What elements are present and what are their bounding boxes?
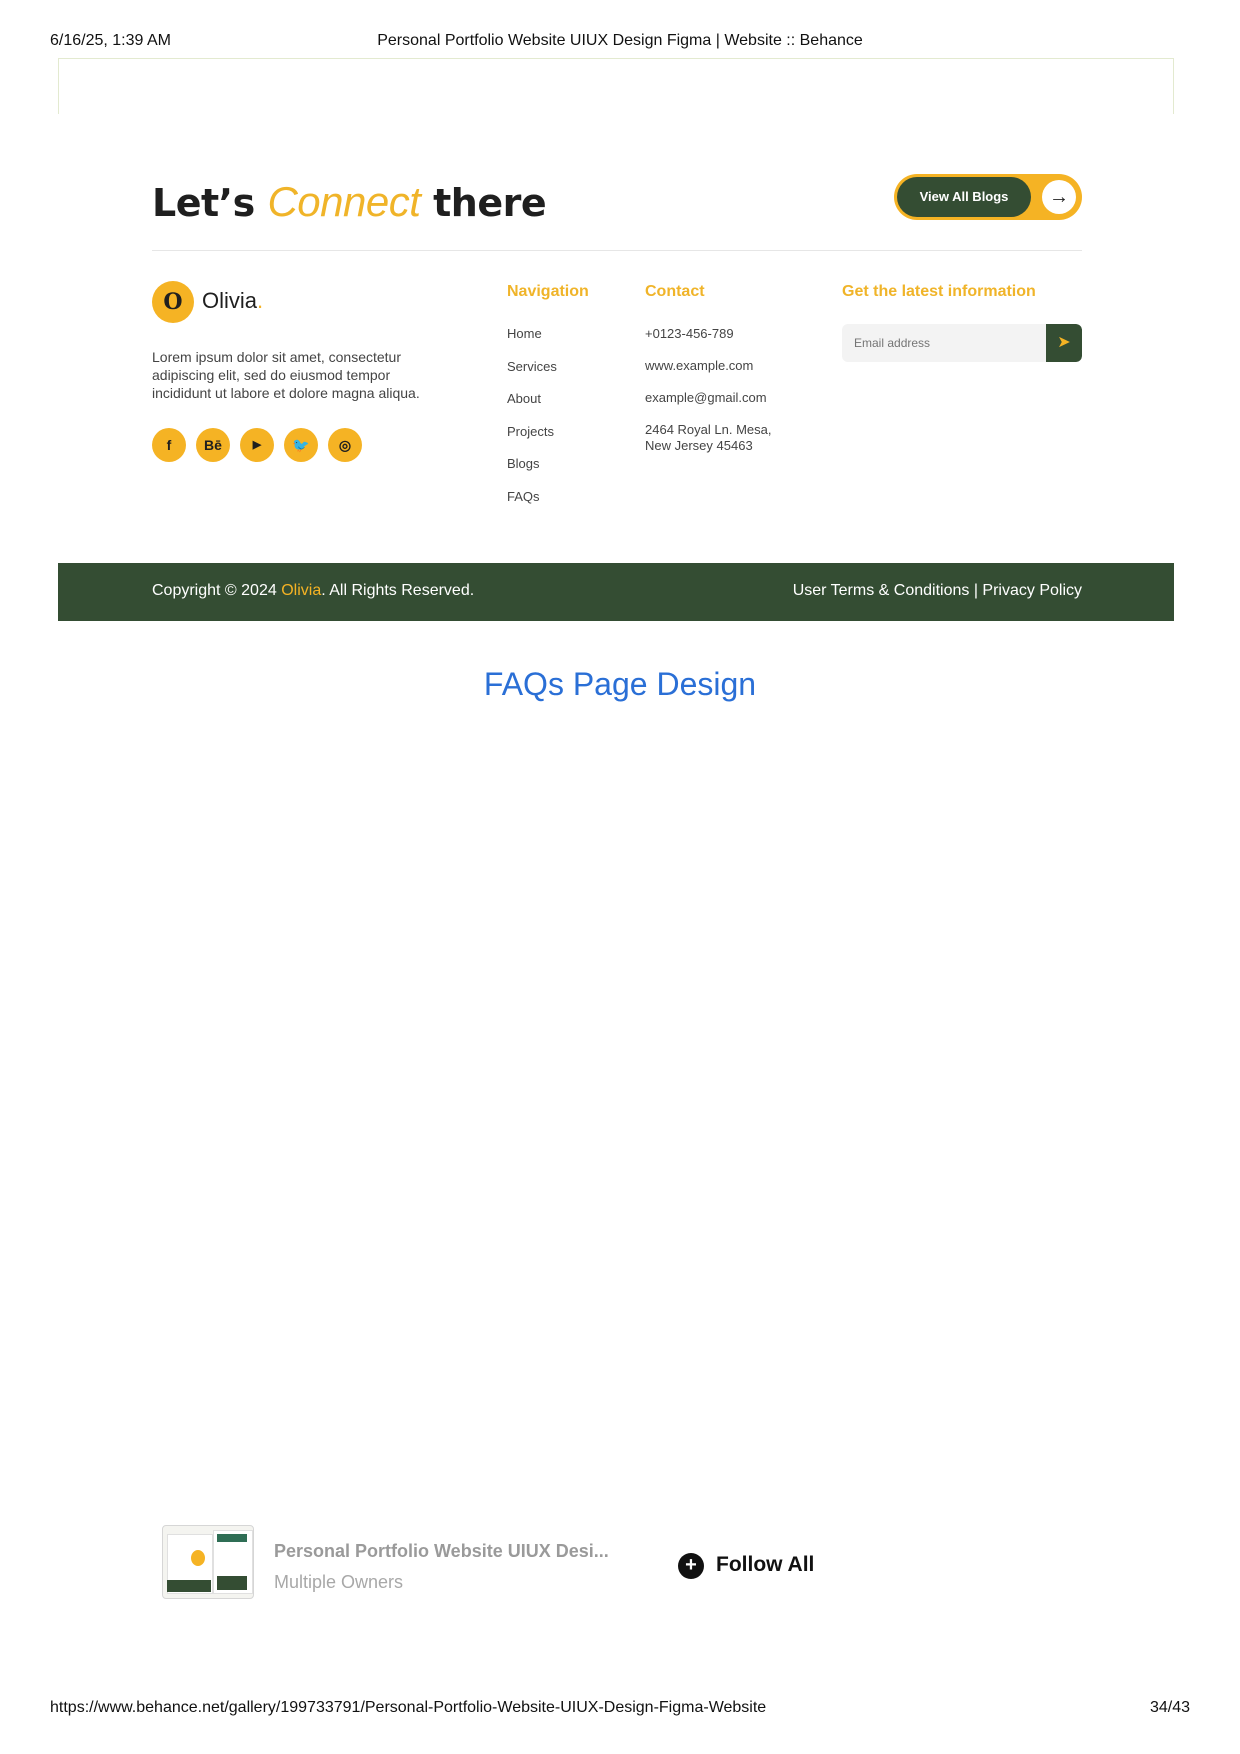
copyright-brand: Olivia <box>281 582 322 599</box>
view-all-blogs-button[interactable]: View All Blogs → <box>894 174 1082 220</box>
view-all-blogs-label: View All Blogs <box>897 177 1031 217</box>
print-url: https://www.behance.net/gallery/19973379… <box>50 1699 767 1716</box>
project-owner[interactable]: Multiple Owners <box>274 1572 403 1593</box>
brand-name-text: Olivia <box>202 288 258 313</box>
connect-row: Let’s Connect there View All Blogs → <box>152 174 1082 244</box>
newsletter-form: ➤ <box>842 324 1082 362</box>
nav-link-faqs[interactable]: FAQs <box>507 489 557 522</box>
embed-frame <box>58 58 1174 114</box>
legal-separator: | <box>973 582 978 599</box>
print-page-title: Personal Portfolio Website UIUX Design F… <box>377 32 863 49</box>
nav-link-projects[interactable]: Projects <box>507 424 557 457</box>
section-title: FAQs Page Design <box>483 666 757 702</box>
contact-address: 2464 Royal Ln. Mesa, New Jersey 45463 <box>645 422 772 453</box>
copyright-suffix: . All Rights Reserved. <box>321 582 475 599</box>
instagram-icon[interactable]: ◎ <box>328 428 362 462</box>
arrow-right-icon: → <box>1042 180 1076 214</box>
contact-list: +0123-456-789 www.example.com example@gm… <box>645 326 795 470</box>
nav-link-about[interactable]: About <box>507 391 557 424</box>
facebook-icon[interactable]: f <box>152 428 186 462</box>
send-icon[interactable]: ➤ <box>1046 324 1082 362</box>
copyright-bar: Copyright © 2024 Olivia. All Rights Rese… <box>58 563 1174 621</box>
divider <box>152 250 1082 251</box>
legal-links: User Terms & Conditions | Privacy Policy <box>793 582 1082 600</box>
privacy-link[interactable]: Privacy Policy <box>982 582 1082 599</box>
navigation-list: Home Services About Projects Blogs FAQs <box>507 326 557 522</box>
heading-accent: Connect <box>267 178 421 225</box>
contact-heading: Contact <box>645 283 705 300</box>
project-card: Personal Portfolio Website UIUX Desi... … <box>162 1525 862 1605</box>
nav-link-services[interactable]: Services <box>507 359 557 392</box>
contact-phone[interactable]: +0123-456-789 <box>645 326 795 342</box>
youtube-icon[interactable]: ▶ <box>240 428 274 462</box>
contact-email[interactable]: example@gmail.com <box>645 390 795 406</box>
behance-icon[interactable]: Bē <box>196 428 230 462</box>
nav-link-home[interactable]: Home <box>507 326 557 359</box>
copyright-text: Copyright © 2024 Olivia. All Rights Rese… <box>152 582 474 600</box>
terms-link[interactable]: User Terms & Conditions <box>793 582 970 599</box>
about-text: Lorem ipsum dolor sit amet, consectetur … <box>152 349 420 401</box>
brand-name: Olivia. <box>202 288 263 314</box>
plus-icon: + <box>678 1553 704 1579</box>
project-title[interactable]: Personal Portfolio Website UIUX Desi... <box>274 1541 609 1562</box>
navigation-heading: Navigation <box>507 283 589 300</box>
nav-link-blogs[interactable]: Blogs <box>507 456 557 489</box>
heading-after: there <box>433 181 547 225</box>
follow-all-label: Follow All <box>716 1553 815 1576</box>
connect-heading: Let’s Connect there <box>152 178 547 226</box>
brand-dot: . <box>257 288 264 313</box>
copyright-prefix: Copyright © 2024 <box>152 582 277 599</box>
heading-before: Let’s <box>152 181 255 225</box>
project-thumbnail[interactable] <box>162 1525 254 1599</box>
contact-website[interactable]: www.example.com <box>645 358 795 374</box>
logo-icon: O <box>152 281 194 323</box>
twitter-icon[interactable]: 🐦 <box>284 428 318 462</box>
print-page-number: 34/43 <box>1149 1699 1190 1716</box>
newsletter-heading: Get the latest information <box>842 283 1036 300</box>
email-field[interactable] <box>842 324 1066 362</box>
